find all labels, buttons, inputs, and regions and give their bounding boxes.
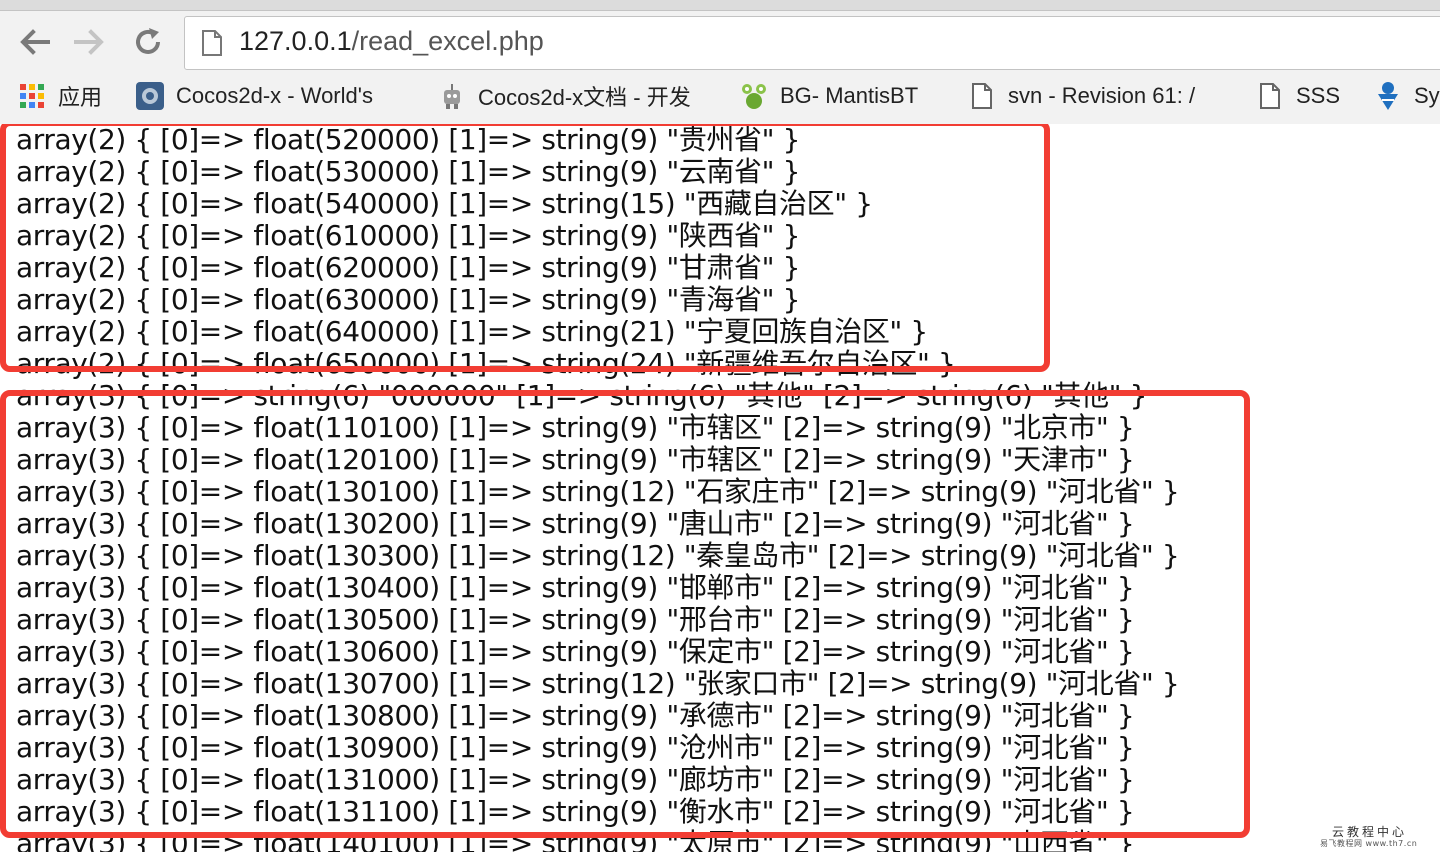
- page-icon: [1254, 80, 1286, 112]
- bookmark-cocos2d-x[interactable]: Cocos2d-x - World's: [134, 76, 373, 116]
- page-content: array(2) { [0]=> float(520000) [1]=> str…: [0, 124, 1440, 852]
- cocos-logo-icon: [134, 80, 166, 112]
- bookmark-label: SSS: [1296, 83, 1341, 108]
- forward-arrow-icon: [74, 29, 104, 55]
- mantis-bug-icon: [738, 80, 770, 112]
- dump-line: array(2) { [0]=> float(530000) [1]=> str…: [16, 155, 801, 188]
- dump-line: array(2) { [0]=> float(540000) [1]=> str…: [16, 187, 873, 220]
- dump-line: array(3) { [0]=> float(140100) [1]=> str…: [16, 827, 1135, 852]
- bookmark-apps[interactable]: 应用: [16, 76, 102, 116]
- dump-line: array(3) { [0]=> float(131000) [1]=> str…: [16, 763, 1135, 796]
- dump-line: array(3) { [0]=> float(130900) [1]=> str…: [16, 731, 1135, 764]
- dump-line: array(3) { [0]=> float(130200) [1]=> str…: [16, 507, 1135, 540]
- dump-line: array(2) { [0]=> float(640000) [1]=> str…: [16, 315, 928, 348]
- bookmark-label: Cocos2d-x - World's: [176, 83, 373, 108]
- bookmark-sss[interactable]: SSS: [1254, 76, 1340, 116]
- dump-line: array(2) { [0]=> float(650000) [1]=> str…: [16, 347, 956, 380]
- reload-button[interactable]: [128, 22, 168, 62]
- robot-icon: [436, 80, 468, 112]
- bookmark-label: svn - Revision 61: /: [1008, 83, 1196, 108]
- page-icon: [202, 30, 222, 56]
- url-text[interactable]: 127.0.0.1/read_excel.php: [239, 26, 544, 57]
- bookmark-mantisbt[interactable]: BG- MantisBT: [738, 76, 918, 116]
- dump-line: array(2) { [0]=> float(630000) [1]=> str…: [16, 283, 801, 316]
- watermark-url: 易飞教程网 www.th7.cn: [1320, 839, 1418, 848]
- var-dump-output: array(2) { [0]=> float(520000) [1]=> str…: [16, 124, 1180, 852]
- dump-line: array(3) { [0]=> float(130700) [1]=> str…: [16, 667, 1180, 700]
- bookmark-label: BG- MantisBT: [780, 83, 919, 108]
- forward-button[interactable]: [70, 22, 110, 62]
- dump-line: array(2) { [0]=> float(620000) [1]=> str…: [16, 251, 801, 284]
- dump-line: array(3) { [0]=> float(130300) [1]=> str…: [16, 539, 1180, 572]
- browser-chrome: 127.0.0.1/read_excel.php 应用 Cocos2d-x - …: [0, 0, 1440, 125]
- back-arrow-icon: [20, 29, 50, 55]
- dump-line: array(3) { [0]=> float(130800) [1]=> str…: [16, 699, 1135, 732]
- dump-line: array(3) { [0]=> float(130100) [1]=> str…: [16, 475, 1180, 508]
- tab-strip[interactable]: [0, 0, 1440, 11]
- dump-line: array(3) { [0]=> float(110100) [1]=> str…: [16, 411, 1135, 444]
- apps-grid-icon: [16, 80, 48, 112]
- bookmark-label: 应用: [58, 85, 103, 110]
- bookmark-svn[interactable]: svn - Revision 61: /: [966, 76, 1195, 116]
- address-bar[interactable]: 127.0.0.1/read_excel.php: [184, 16, 1440, 70]
- dump-line: array(2) { [0]=> float(610000) [1]=> str…: [16, 219, 801, 252]
- url-host: 127.0.0.1: [239, 26, 352, 56]
- back-button[interactable]: [14, 22, 54, 62]
- dump-line: array(3) { [0]=> float(130400) [1]=> str…: [16, 571, 1135, 604]
- dump-line: array(3) { [0]=> string(6) "000000" [1]=…: [16, 379, 1148, 412]
- dump-line: array(3) { [0]=> float(120100) [1]=> str…: [16, 443, 1135, 476]
- dump-line: array(3) { [0]=> float(130600) [1]=> str…: [16, 635, 1135, 668]
- reload-icon: [136, 28, 160, 54]
- bookmark-label: Cocos2d-x文档 - 开发: [478, 85, 691, 110]
- dump-line: array(3) { [0]=> float(131100) [1]=> str…: [16, 795, 1135, 828]
- bookmarks-bar: 应用 Cocos2d-x - World's Cocos2d-x文档 - 开发 …: [0, 76, 1440, 116]
- watermark: 云教程中心 易飞教程网 www.th7.cn: [1318, 822, 1438, 850]
- page-icon: [966, 80, 998, 112]
- bookmark-cocos2d-x-docs[interactable]: Cocos2d-x文档 - 开发: [436, 76, 691, 116]
- dump-line: array(3) { [0]=> float(130500) [1]=> str…: [16, 603, 1135, 636]
- bookmark-sy[interactable]: Sy: [1372, 76, 1440, 116]
- jenkins-icon: [1372, 80, 1404, 112]
- dump-line: array(2) { [0]=> float(520000) [1]=> str…: [16, 124, 801, 156]
- url-path: /read_excel.php: [351, 26, 544, 56]
- bookmark-label: Sy: [1414, 83, 1440, 108]
